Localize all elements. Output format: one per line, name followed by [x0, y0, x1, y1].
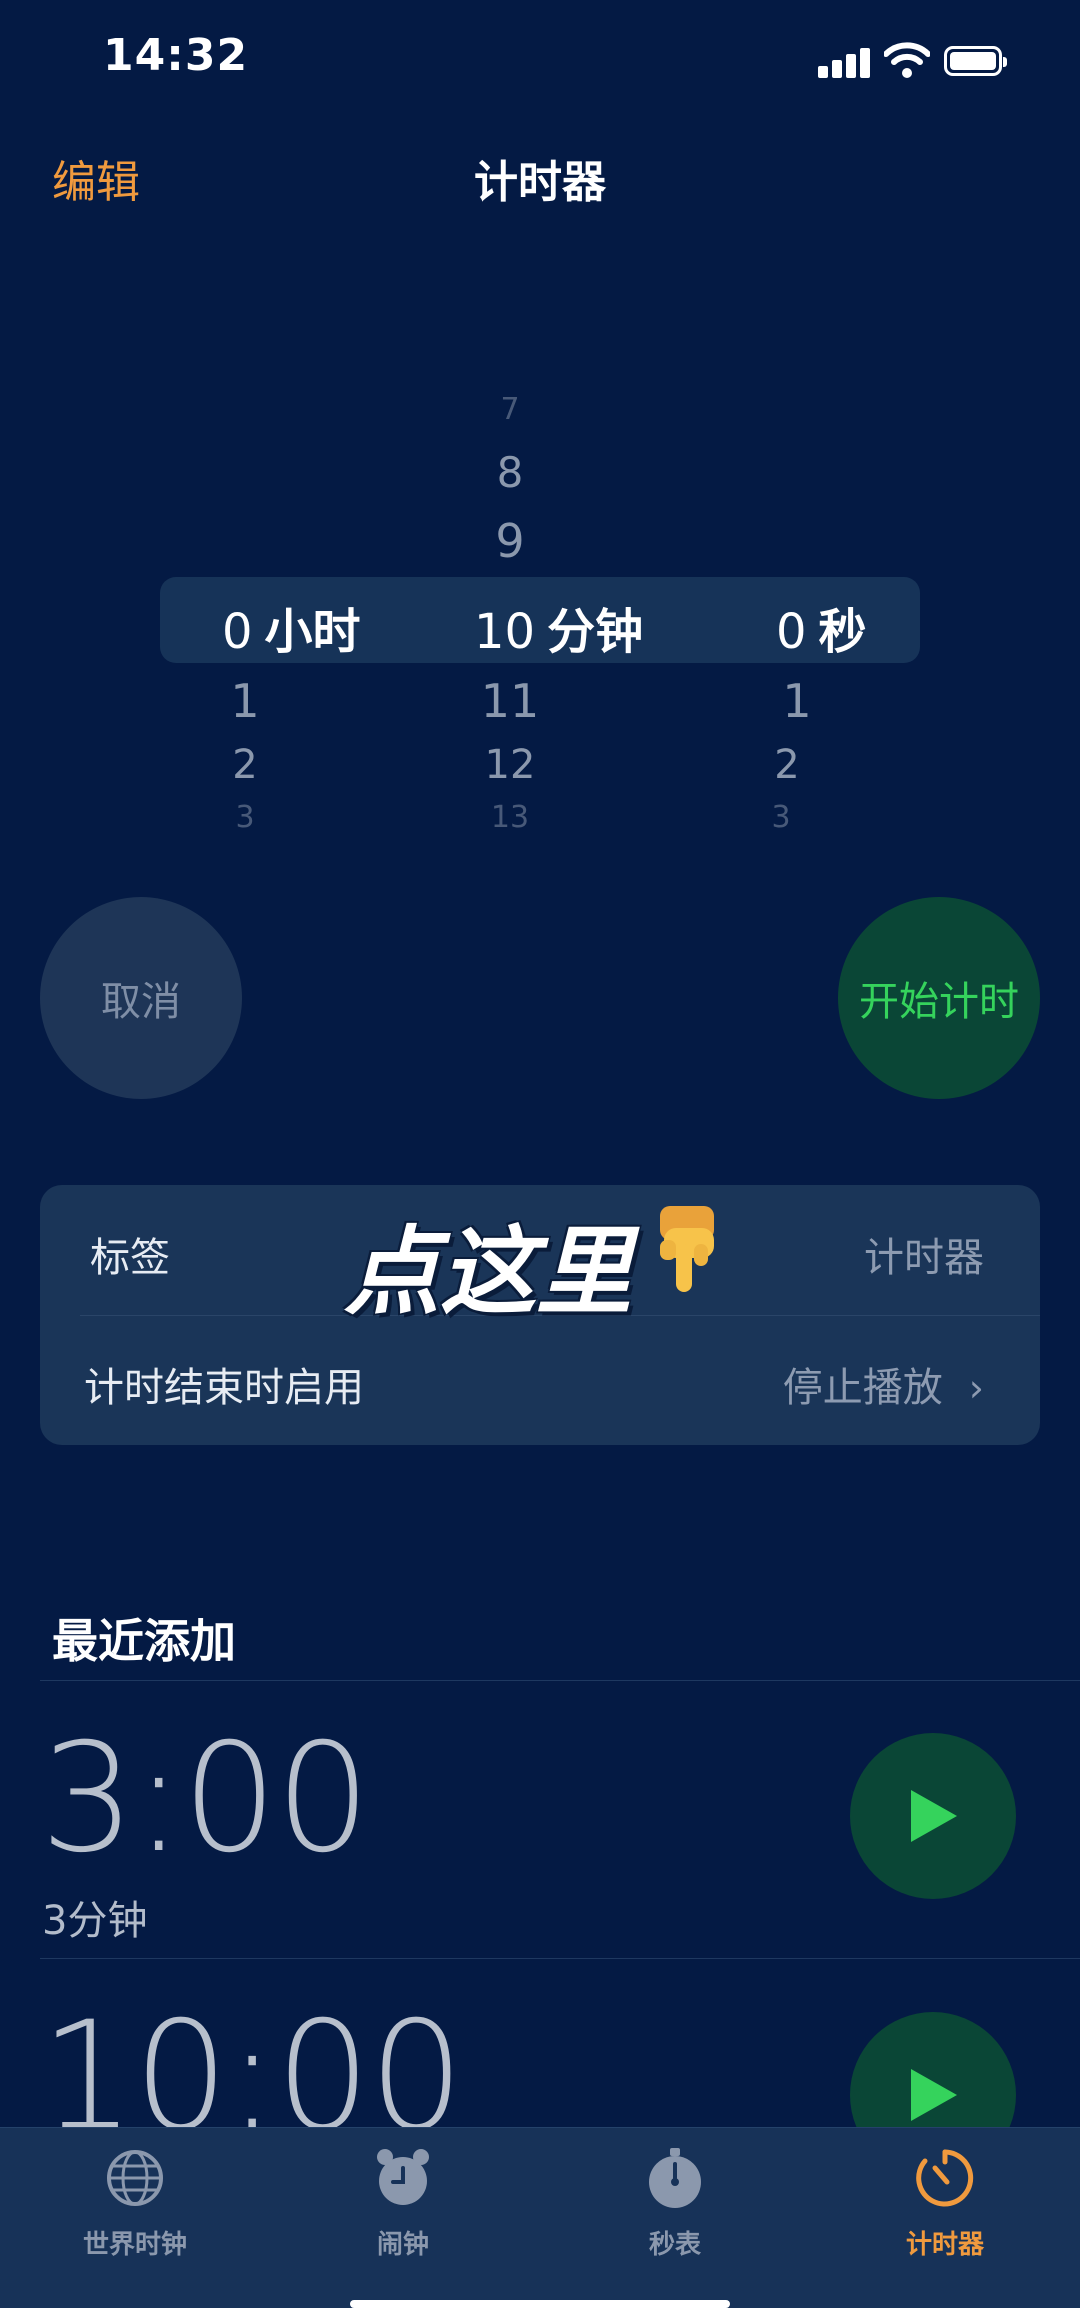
picker-second-option[interactable]: 2 [712, 742, 862, 788]
picker-hour-option[interactable]: 3 [170, 800, 320, 835]
stopwatch-icon [649, 2148, 701, 2208]
picker-hour-option[interactable]: 1 [170, 674, 320, 728]
pointing-down-hand-icon [660, 1206, 714, 1292]
tab-label: 闹钟 [376, 2230, 429, 2260]
tab-label: 世界时钟 [82, 2230, 187, 2260]
wifi-icon [884, 42, 930, 78]
tab-bar: 世界时钟 闹钟 秒表 计时器 [0, 2127, 1080, 2308]
picker-second-option[interactable]: 3 [706, 800, 856, 835]
end-action-value: 停止播放 › [782, 1365, 984, 1411]
picker-minute-option[interactable]: 8 [440, 448, 580, 497]
tab-world-clock[interactable]: 世界时钟 [35, 2146, 235, 2261]
picker-minute-option[interactable]: 11 [440, 674, 580, 728]
tab-alarm[interactable]: 闹钟 [303, 2146, 503, 2261]
signal-icon [818, 46, 872, 78]
recents-divider [40, 1680, 1080, 1681]
play-icon [911, 2069, 957, 2121]
tab-label: 秒表 [648, 2230, 701, 2260]
tab-timer[interactable]: 计时器 [845, 2146, 1045, 2261]
picker-hour-option[interactable]: 2 [170, 742, 320, 788]
tab-label: 计时器 [905, 2230, 984, 2260]
play-recent-timer-button[interactable] [850, 1733, 1016, 1899]
picker-minute-option[interactable]: 7 [440, 392, 580, 427]
picker-minute-option[interactable]: 12 [440, 742, 580, 788]
picker-minute-option[interactable]: 9 [440, 514, 580, 568]
picker-hours-selected[interactable]: 0 小时 [222, 592, 361, 662]
battery-icon [944, 46, 1007, 76]
chevron-right-icon: › [968, 1366, 984, 1410]
picker-seconds-selected[interactable]: 0秒 [776, 592, 867, 662]
page-title: 计时器 [474, 157, 606, 208]
picker-second-option[interactable]: 1 [722, 674, 872, 728]
end-action-row[interactable]: 计时结束时启用 停止播放 › [40, 1315, 1040, 1445]
status-time: 14:32 [103, 30, 249, 81]
recents-title: 最近添加 [52, 1614, 236, 1668]
start-timer-button[interactable]: 开始计时 [838, 897, 1040, 1099]
picker-minute-option[interactable]: 13 [440, 800, 580, 835]
picker-minutes-selected[interactable]: 10 分钟 [474, 592, 643, 662]
recent-timer-subtitle: 3分钟 [42, 1898, 148, 1944]
cancel-button[interactable]: 取消 [40, 897, 242, 1099]
label-row-title: 标签 [90, 1235, 170, 1281]
recent-timer-time: 3:00 [40, 1712, 371, 1886]
tap-here-overlay: 点这里 [344, 1216, 632, 1328]
alarm-clock-icon [377, 2149, 429, 2205]
recents-divider [40, 1958, 1080, 1959]
globe-icon [107, 2150, 163, 2206]
label-row-value: 计时器 [864, 1235, 984, 1281]
end-action-title: 计时结束时启用 [84, 1365, 364, 1411]
tab-stopwatch[interactable]: 秒表 [575, 2146, 775, 2261]
timer-icon [916, 2149, 974, 2207]
play-icon [911, 1790, 957, 1842]
